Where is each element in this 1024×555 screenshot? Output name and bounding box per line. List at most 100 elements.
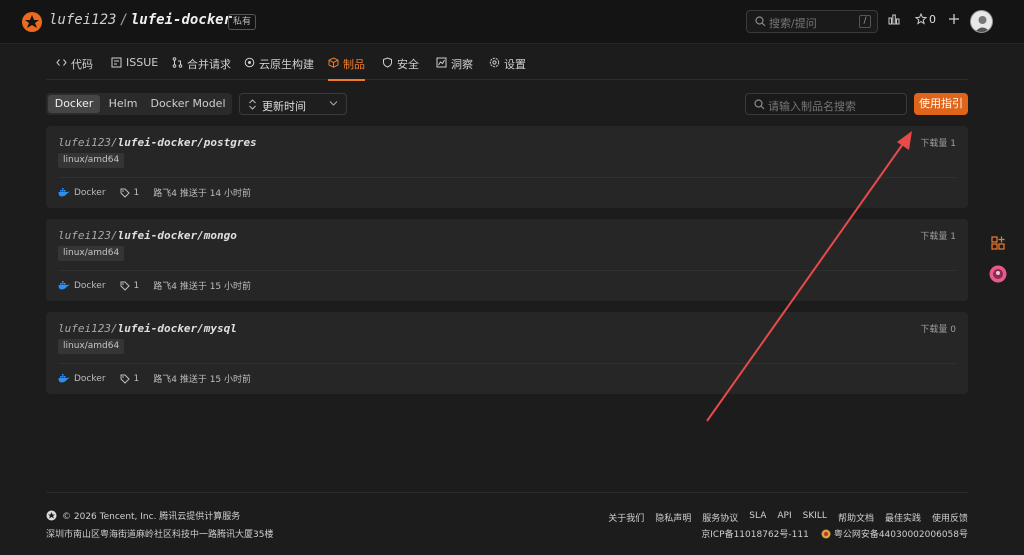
repo-tabs: 代码 ISSUE 合并请求 云原生构建 制品 安全 洞察 设置: [46, 56, 968, 81]
insight-icon: [436, 57, 447, 68]
package-icon: [328, 57, 339, 68]
repo-link[interactable]: lufei-docker: [131, 12, 232, 28]
apps-icon[interactable]: [989, 234, 1007, 252]
type-docker-model[interactable]: Docker Model: [146, 95, 230, 113]
icp-link[interactable]: 京ICP备11018762号-111: [701, 527, 809, 540]
tab-label: 设置: [504, 58, 526, 71]
footer-link-api[interactable]: API: [777, 511, 791, 524]
tag-icon: [120, 374, 130, 384]
build-icon: [244, 57, 255, 68]
search-icon: [755, 16, 766, 27]
artifact-type: Docker: [74, 187, 106, 198]
footer-link-skill[interactable]: SKILL: [803, 511, 827, 524]
artifact-name[interactable]: lufei123/lufei-docker/mongo: [58, 229, 237, 242]
global-search-placeholder: 搜索/提问: [769, 17, 817, 30]
visibility-badge: 私有: [228, 14, 257, 30]
search-icon: [754, 99, 765, 110]
star-button[interactable]: 0: [914, 12, 936, 31]
platform-tag: linux/amd64: [58, 153, 125, 168]
chart-icon: [888, 14, 900, 25]
footer-divider: [46, 492, 968, 493]
footer-link-best-practices[interactable]: 最佳实践: [885, 511, 921, 524]
footer-link-terms[interactable]: 服务协议: [702, 511, 738, 524]
owner-link[interactable]: lufei123: [49, 12, 116, 28]
platform-tag: linux/amd64: [58, 246, 125, 261]
tag-count: 1: [133, 280, 140, 291]
police-badge-icon: [821, 529, 831, 538]
tab-label: 代码: [71, 58, 93, 71]
user-avatar[interactable]: [970, 10, 993, 33]
push-info: 路飞4 推送于 15 小时前: [153, 282, 252, 292]
tag-count: 1: [133, 373, 140, 384]
star-icon: [914, 12, 928, 25]
breadcrumb-separator: /: [119, 12, 128, 28]
sort-icon: [249, 99, 256, 110]
footer-link-docs[interactable]: 帮助文档: [838, 511, 874, 524]
tab-insights[interactable]: 洞察: [436, 56, 473, 80]
tab-label: 洞察: [451, 58, 473, 71]
tab-settings[interactable]: 设置: [489, 56, 526, 80]
top-bar: lufei123/lufei-docker 私有 搜索/提问 / 0: [0, 0, 1024, 44]
logo-icon[interactable]: [21, 11, 43, 33]
tab-cloud-native-build[interactable]: 云原生构建: [244, 56, 314, 80]
artifact-search-input[interactable]: 请输入制品名搜索: [745, 93, 907, 115]
chevron-down-icon: [329, 101, 338, 106]
police-record-text: 粤公网安备44030002006058号: [833, 530, 968, 540]
footer-link-sla[interactable]: SLA: [749, 511, 766, 524]
tab-security[interactable]: 安全: [382, 56, 419, 80]
footer-link-feedback[interactable]: 使用反馈: [932, 511, 968, 524]
repo-stats-button[interactable]: [888, 13, 900, 31]
logo-icon: [46, 510, 57, 521]
artifact-card[interactable]: lufei123/lufei-docker/mysql linux/amd64 …: [46, 312, 968, 394]
artifact-meta: Docker 1 路飞4 推送于 15 小时前: [58, 372, 251, 385]
type-helm[interactable]: Helm: [102, 95, 144, 113]
download-count: 下载量 1: [920, 232, 956, 242]
tab-code[interactable]: 代码: [56, 56, 93, 80]
sort-label: 更新时间: [262, 100, 306, 113]
police-record[interactable]: 粤公网安备44030002006058号: [821, 527, 968, 540]
artifact-type: Docker: [74, 280, 106, 291]
usage-guide-button[interactable]: 使用指引: [914, 93, 968, 115]
tab-issue[interactable]: ISSUE: [111, 56, 158, 80]
push-info: 路飞4 推送于 15 小时前: [153, 375, 252, 385]
tab-label: 云原生构建: [259, 58, 314, 71]
download-count: 下载量 0: [920, 325, 956, 335]
artifact-path: lufei-docker/mysql: [117, 322, 237, 335]
shield-icon: [383, 57, 392, 68]
push-info: 路飞4 推送于 14 小时前: [153, 189, 252, 199]
sort-select[interactable]: 更新时间: [239, 93, 347, 115]
global-search-input[interactable]: 搜索/提问 /: [746, 10, 878, 33]
copyright-text: © 2026 Tencent, Inc. 腾讯云提供计算服务: [62, 512, 241, 522]
tab-pull-requests[interactable]: 合并请求: [172, 56, 231, 80]
platform-tag: linux/amd64: [58, 339, 125, 354]
code-icon: [56, 59, 67, 66]
artifact-name[interactable]: lufei123/lufei-docker/mysql: [58, 322, 237, 335]
artifact-meta: Docker 1 路飞4 推送于 14 小时前: [58, 186, 251, 199]
footer-link-privacy[interactable]: 隐私声明: [655, 511, 691, 524]
star-count: 0: [929, 13, 936, 26]
docker-icon: [58, 374, 70, 383]
plus-icon: [949, 14, 959, 24]
tag-icon: [120, 188, 130, 198]
artifact-owner: lufei123/: [58, 322, 118, 335]
footer-registration: 京ICP备11018762号-111 粤公网安备44030002006058号: [701, 527, 968, 540]
footer-address: 深圳市南山区粤海街道麻岭社区科技中一路腾讯大厦35楼: [46, 530, 274, 540]
type-docker[interactable]: Docker: [48, 95, 100, 113]
artifact-path: lufei-docker/postgres: [117, 136, 257, 149]
artifact-card[interactable]: lufei123/lufei-docker/mongo linux/amd64 …: [46, 219, 968, 301]
tab-artifacts[interactable]: 制品: [328, 56, 365, 81]
artifact-card[interactable]: lufei123/lufei-docker/postgres linux/amd…: [46, 126, 968, 208]
tab-label: 制品: [343, 58, 365, 71]
footer-links: 关于我们 隐私声明 服务协议 SLA API SKILL 帮助文档 最佳实践 使…: [608, 511, 968, 524]
gear-icon: [489, 57, 500, 68]
footer-link-about[interactable]: 关于我们: [608, 511, 644, 524]
artifact-name[interactable]: lufei123/lufei-docker/postgres: [58, 136, 257, 149]
create-button[interactable]: [948, 13, 960, 31]
download-count: 下载量 1: [920, 139, 956, 149]
assistant-icon[interactable]: [989, 265, 1007, 283]
card-divider: [58, 363, 956, 364]
artifact-search-placeholder: 请输入制品名搜索: [768, 100, 856, 113]
tab-label: 安全: [397, 58, 419, 71]
footer-copyright: © 2026 Tencent, Inc. 腾讯云提供计算服务: [46, 509, 240, 522]
artifact-meta: Docker 1 路飞4 推送于 15 小时前: [58, 279, 251, 292]
